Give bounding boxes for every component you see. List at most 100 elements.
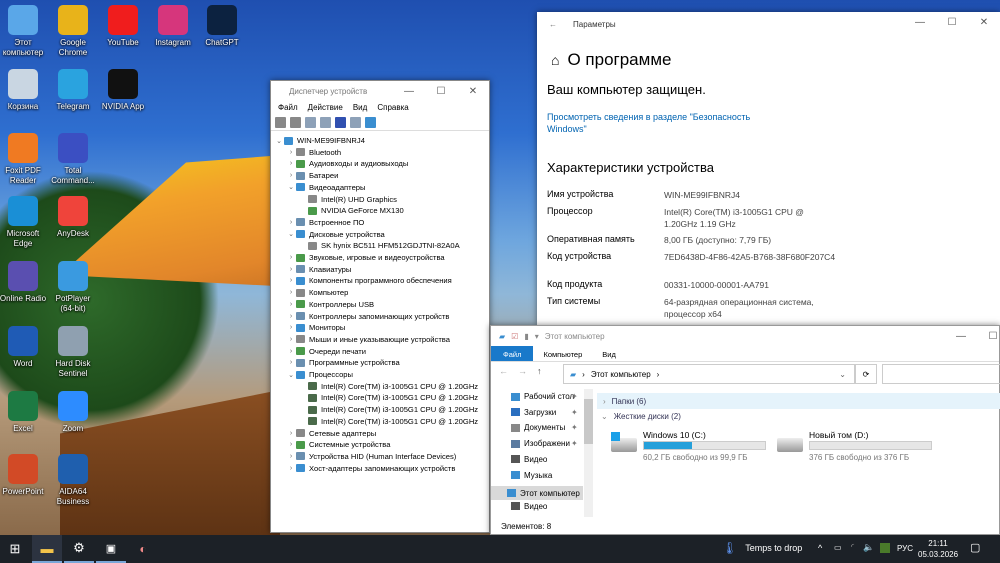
device-category[interactable]: › Компьютер bbox=[286, 287, 348, 298]
address-dropdown-icon[interactable]: ⌄ bbox=[839, 370, 846, 379]
chevron-down-icon[interactable]: ⌄ bbox=[286, 183, 296, 191]
desktop-icon-potplayer[interactable]: PotPlayer (64-bit) bbox=[48, 259, 98, 314]
taskbar-device-manager[interactable]: ▣ bbox=[96, 535, 126, 563]
device-category[interactable]: › Сетевые адаптеры bbox=[286, 428, 376, 439]
minimize-button[interactable]: — bbox=[945, 326, 977, 346]
desktop-icon-youtube[interactable]: YouTube bbox=[98, 3, 148, 48]
desktop-icon-this-pc[interactable]: Этот компьютер bbox=[0, 3, 48, 58]
chevron-right-icon[interactable]: › bbox=[286, 254, 296, 261]
nav-item[interactable]: Документы ✦ bbox=[511, 423, 578, 432]
notifications-icon[interactable]: ▢ bbox=[970, 541, 980, 554]
chevron-right-icon[interactable]: › bbox=[286, 266, 296, 273]
chevron-right-icon[interactable]: › bbox=[286, 301, 296, 308]
tab-computer[interactable]: Компьютер bbox=[533, 346, 592, 361]
chevron-right-icon[interactable]: › bbox=[286, 219, 296, 226]
nav-item[interactable]: Музыка bbox=[511, 471, 552, 480]
nav-item[interactable]: Рабочий стол ✦ bbox=[511, 392, 578, 401]
chevron-right-icon[interactable]: › bbox=[286, 336, 296, 343]
minimize-button[interactable]: — bbox=[393, 81, 425, 101]
nav-item[interactable]: Этот компьютер bbox=[491, 486, 583, 501]
desktop-icon-edge[interactable]: Microsoft Edge bbox=[0, 194, 48, 249]
device-category[interactable]: › Мыши и иные указывающие устройства bbox=[286, 334, 450, 345]
group-folders[interactable]: › Папки (6) bbox=[597, 393, 1000, 409]
nav-item[interactable]: Видео bbox=[511, 455, 547, 464]
device-item[interactable]: Intel(R) Core(TM) i3-1005G1 CPU @ 1.20GH… bbox=[298, 381, 478, 392]
taskbar-paint[interactable]: ◐ bbox=[128, 535, 158, 563]
device-category[interactable]: › Аудиовходы и аудиовыходы bbox=[286, 158, 408, 169]
chevron-right-icon[interactable]: › bbox=[286, 172, 296, 179]
close-button[interactable]: ✕ bbox=[968, 12, 1000, 32]
drive-item[interactable]: Новый том (D:) 376 ГБ свободно из 376 ГБ bbox=[775, 430, 935, 466]
clock[interactable]: 21:11 05.03.2026 bbox=[918, 538, 958, 560]
maximize-button[interactable]: ☐ bbox=[936, 12, 968, 32]
show-hidden-icons-chevron-icon[interactable]: ^ bbox=[818, 543, 822, 553]
volume-icon[interactable]: 🔈 bbox=[863, 542, 874, 553]
tab-view[interactable]: Вид bbox=[592, 346, 626, 361]
taskbar-settings[interactable]: ⚙ bbox=[64, 535, 94, 563]
device-category[interactable]: ⌄ Видеоадаптеры bbox=[286, 182, 365, 193]
chevron-right-icon[interactable]: › bbox=[286, 289, 296, 296]
security-link[interactable]: Просмотреть сведения в разделе "Безопасн… bbox=[547, 111, 762, 135]
device-category[interactable]: › Мониторы bbox=[286, 322, 346, 333]
wifi-icon[interactable]: ◜ bbox=[851, 542, 854, 551]
maximize-button[interactable]: ☐ bbox=[977, 326, 1000, 346]
nav-item[interactable]: Изображени ✦ bbox=[511, 439, 578, 448]
device-category[interactable]: › Контроллеры запоминающих устройств bbox=[286, 311, 450, 322]
view-icon[interactable] bbox=[350, 117, 361, 128]
chevron-right-icon[interactable]: › bbox=[286, 149, 296, 156]
device-category[interactable]: ⌄ Дисковые устройства bbox=[286, 229, 385, 240]
tab-file[interactable]: Файл bbox=[491, 346, 534, 361]
language-indicator[interactable]: РУС bbox=[897, 544, 913, 553]
forward-icon[interactable] bbox=[290, 117, 301, 128]
device-category[interactable]: ⌄ Процессоры bbox=[286, 369, 353, 380]
device-category[interactable]: › Bluetooth bbox=[286, 147, 341, 158]
chevron-down-icon[interactable]: ⌄ bbox=[286, 371, 296, 379]
menu-action[interactable]: Действие bbox=[308, 103, 343, 113]
desktop-icon-radio[interactable]: Online Radio bbox=[0, 259, 48, 304]
weather-widget[interactable]: 🌡 Temps to drop bbox=[722, 541, 802, 555]
menu-help[interactable]: Справка bbox=[377, 103, 408, 113]
device-item[interactable]: Intel(R) UHD Graphics bbox=[298, 194, 397, 205]
up-icon[interactable]: ↑ bbox=[537, 366, 542, 376]
properties-quick-icon[interactable]: ☑ bbox=[511, 332, 518, 341]
chevron-down-icon[interactable]: ⌄ bbox=[274, 137, 284, 145]
chevron-right-icon[interactable]: › bbox=[286, 359, 296, 366]
forward-icon[interactable]: → bbox=[518, 366, 527, 376]
search-input[interactable] bbox=[882, 364, 1000, 384]
device-category[interactable]: › Клавиатуры bbox=[286, 264, 352, 275]
device-category[interactable]: › Компоненты программного обеспечения bbox=[286, 275, 452, 286]
device-category[interactable]: › Встроенное ПО bbox=[286, 217, 365, 228]
device-item[interactable]: SK hynix BC511 HFM512GDJTNI-82A0A bbox=[298, 240, 460, 251]
device-item[interactable]: Intel(R) Core(TM) i3-1005G1 CPU @ 1.20GH… bbox=[298, 404, 478, 415]
menu-file[interactable]: Файл bbox=[278, 103, 298, 113]
device-category[interactable]: › Хост-адаптеры запоминающих устройств bbox=[286, 463, 456, 474]
properties-icon[interactable] bbox=[305, 117, 316, 128]
chevron-right-icon[interactable]: › bbox=[286, 324, 296, 331]
chevron-right-icon[interactable]: › bbox=[286, 313, 296, 320]
menu-view[interactable]: Вид bbox=[353, 103, 367, 113]
device-category[interactable]: › Звуковые, игровые и видеоустройства bbox=[286, 252, 445, 263]
close-button[interactable]: ✕ bbox=[457, 81, 489, 101]
group-drives[interactable]: ⌄ Жесткие диски (2) bbox=[601, 412, 681, 421]
desktop-icon-word[interactable]: Word bbox=[0, 324, 48, 369]
desktop-icon-foxit[interactable]: Foxit PDF Reader bbox=[0, 131, 48, 186]
chevron-right-icon[interactable]: › bbox=[286, 465, 296, 472]
home-icon[interactable]: ⌂ bbox=[551, 52, 559, 68]
chevron-right-icon[interactable]: › bbox=[286, 441, 296, 448]
device-category[interactable]: › Программные устройства bbox=[286, 357, 400, 368]
device-category[interactable]: › Контроллеры USB bbox=[286, 299, 374, 310]
chevron-right-icon[interactable]: › bbox=[286, 430, 296, 437]
desktop-icon-recycle-bin[interactable]: Корзина bbox=[0, 67, 48, 112]
nav-item[interactable]: Загрузки ✦ bbox=[511, 408, 578, 417]
desktop-icon-chatgpt[interactable]: ChatGPT bbox=[197, 3, 247, 48]
address-bar[interactable]: ▰ › Этот компьютер › ⌄ bbox=[563, 364, 855, 384]
start-button[interactable]: ⊞ bbox=[0, 535, 30, 563]
device-category[interactable]: › Системные устройства bbox=[286, 439, 391, 450]
nav-item[interactable]: Видео bbox=[511, 502, 547, 511]
maximize-button[interactable]: ☐ bbox=[425, 81, 457, 101]
back-icon[interactable] bbox=[275, 117, 286, 128]
help-icon[interactable] bbox=[335, 117, 346, 128]
taskbar-explorer[interactable]: ▬ bbox=[32, 535, 62, 563]
chevron-right-icon[interactable]: › bbox=[286, 453, 296, 460]
chevron-down-icon[interactable]: ⌄ bbox=[286, 230, 296, 238]
